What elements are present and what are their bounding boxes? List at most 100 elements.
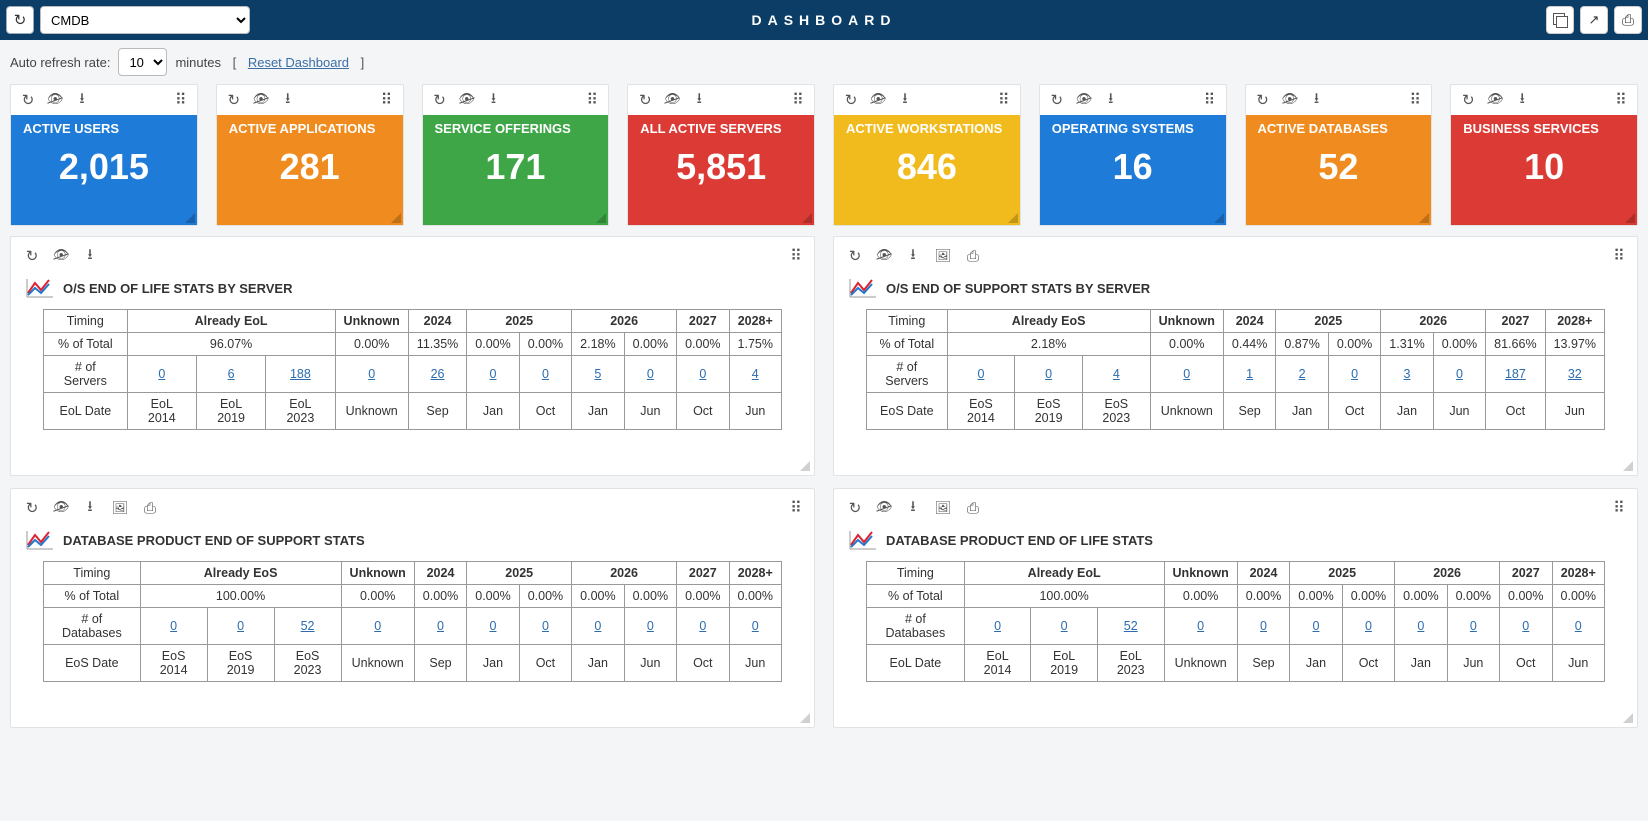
drill-link[interactable]: 1 — [1246, 367, 1253, 381]
image-icon[interactable] — [934, 247, 952, 265]
drill-link[interactable]: 0 — [647, 619, 654, 633]
drill-link[interactable]: 0 — [437, 619, 444, 633]
drag-handle-icon[interactable] — [171, 91, 189, 109]
reset-dashboard-link[interactable]: Reset Dashboard — [248, 55, 349, 70]
drag-handle-icon[interactable] — [786, 247, 804, 265]
download-icon[interactable] — [1513, 91, 1531, 109]
drag-handle-icon[interactable] — [582, 91, 600, 109]
drag-handle-icon[interactable] — [1611, 91, 1629, 109]
drill-link[interactable]: 188 — [290, 367, 311, 381]
hide-icon[interactable] — [53, 247, 69, 265]
hide-icon[interactable] — [253, 91, 269, 109]
refresh-icon[interactable] — [19, 91, 37, 109]
drag-handle-icon[interactable] — [788, 91, 806, 109]
drill-link[interactable]: 0 — [490, 367, 497, 381]
drag-handle-icon[interactable] — [377, 91, 395, 109]
print-button[interactable] — [1614, 6, 1642, 34]
drill-link[interactable]: 0 — [1365, 619, 1372, 633]
auto-refresh-select[interactable]: 10 — [118, 48, 167, 76]
refresh-icon[interactable] — [225, 91, 243, 109]
kpi-body[interactable]: ACTIVE USERS 2,015 — [11, 115, 197, 225]
drill-link[interactable]: 0 — [994, 619, 1001, 633]
drill-link[interactable]: 0 — [647, 367, 654, 381]
refresh-icon[interactable] — [23, 247, 41, 265]
drill-link[interactable]: 0 — [542, 619, 549, 633]
hide-icon[interactable] — [53, 499, 69, 517]
drill-link[interactable]: 4 — [752, 367, 759, 381]
refresh-icon[interactable] — [846, 499, 864, 517]
open-external-button[interactable] — [1580, 6, 1608, 34]
kpi-body[interactable]: ACTIVE WORKSTATIONS 846 — [834, 115, 1020, 225]
download-icon[interactable] — [485, 91, 503, 109]
drill-link[interactable]: 0 — [490, 619, 497, 633]
drill-link[interactable]: 3 — [1404, 367, 1411, 381]
drill-link[interactable]: 0 — [237, 619, 244, 633]
drill-link[interactable]: 0 — [977, 367, 984, 381]
refresh-icon[interactable] — [23, 499, 41, 517]
refresh-icon[interactable] — [1048, 91, 1066, 109]
drag-handle-icon[interactable] — [994, 91, 1012, 109]
kpi-body[interactable]: ACTIVE APPLICATIONS 281 — [217, 115, 403, 225]
hide-icon[interactable] — [459, 91, 475, 109]
refresh-icon[interactable] — [842, 91, 860, 109]
kpi-body[interactable]: ALL ACTIVE SERVERS 5,851 — [628, 115, 814, 225]
download-icon[interactable] — [73, 91, 91, 109]
hide-icon[interactable] — [1076, 91, 1092, 109]
drag-handle-icon[interactable] — [1609, 499, 1627, 517]
kpi-body[interactable]: ACTIVE DATABASES 52 — [1246, 115, 1432, 225]
drill-link[interactable]: 0 — [170, 619, 177, 633]
refresh-icon[interactable] — [846, 247, 864, 265]
hide-icon[interactable] — [1487, 91, 1503, 109]
dashboard-select[interactable]: CMDB — [40, 6, 250, 34]
drill-link[interactable]: 0 — [374, 619, 381, 633]
kpi-body[interactable]: BUSINESS SERVICES 10 — [1451, 115, 1637, 225]
drill-link[interactable]: 0 — [368, 367, 375, 381]
refresh-icon[interactable] — [636, 91, 654, 109]
drill-link[interactable]: 187 — [1505, 367, 1526, 381]
drill-link[interactable]: 2 — [1299, 367, 1306, 381]
print-icon[interactable] — [141, 499, 159, 517]
image-icon[interactable] — [934, 499, 952, 517]
kpi-body[interactable]: OPERATING SYSTEMS 16 — [1040, 115, 1226, 225]
drill-link[interactable]: 0 — [1061, 619, 1068, 633]
open-copy-button[interactable] — [1546, 6, 1574, 34]
kpi-body[interactable]: SERVICE OFFERINGS 171 — [423, 115, 609, 225]
download-icon[interactable] — [904, 247, 922, 265]
print-icon[interactable] — [964, 247, 982, 265]
drill-link[interactable]: 0 — [1470, 619, 1477, 633]
drill-link[interactable]: 0 — [1045, 367, 1052, 381]
drill-link[interactable]: 0 — [1417, 619, 1424, 633]
download-icon[interactable] — [1308, 91, 1326, 109]
drill-link[interactable]: 52 — [301, 619, 315, 633]
hide-icon[interactable] — [664, 91, 680, 109]
drill-link[interactable]: 32 — [1568, 367, 1582, 381]
drill-link[interactable]: 0 — [1260, 619, 1267, 633]
download-icon[interactable] — [81, 499, 99, 517]
drag-handle-icon[interactable] — [1609, 247, 1627, 265]
drill-link[interactable]: 26 — [431, 367, 445, 381]
refresh-icon[interactable] — [1459, 91, 1477, 109]
hide-icon[interactable] — [1282, 91, 1298, 109]
drill-link[interactable]: 0 — [1456, 367, 1463, 381]
drill-link[interactable]: 5 — [594, 367, 601, 381]
drill-link[interactable]: 0 — [1197, 619, 1204, 633]
hide-icon[interactable] — [876, 247, 892, 265]
drill-link[interactable]: 0 — [1312, 619, 1319, 633]
drag-handle-icon[interactable] — [1200, 91, 1218, 109]
drill-link[interactable]: 0 — [542, 367, 549, 381]
download-icon[interactable] — [1102, 91, 1120, 109]
drill-link[interactable]: 0 — [752, 619, 759, 633]
download-icon[interactable] — [81, 247, 99, 265]
download-icon[interactable] — [904, 499, 922, 517]
drill-link[interactable]: 0 — [1522, 619, 1529, 633]
drag-handle-icon[interactable] — [786, 499, 804, 517]
refresh-icon[interactable] — [431, 91, 449, 109]
download-icon[interactable] — [896, 91, 914, 109]
print-icon[interactable] — [964, 499, 982, 517]
drill-link[interactable]: 0 — [699, 367, 706, 381]
hide-icon[interactable] — [876, 499, 892, 517]
download-icon[interactable] — [279, 91, 297, 109]
drill-link[interactable]: 0 — [1183, 367, 1190, 381]
drill-link[interactable]: 0 — [158, 367, 165, 381]
drill-link[interactable]: 52 — [1124, 619, 1138, 633]
